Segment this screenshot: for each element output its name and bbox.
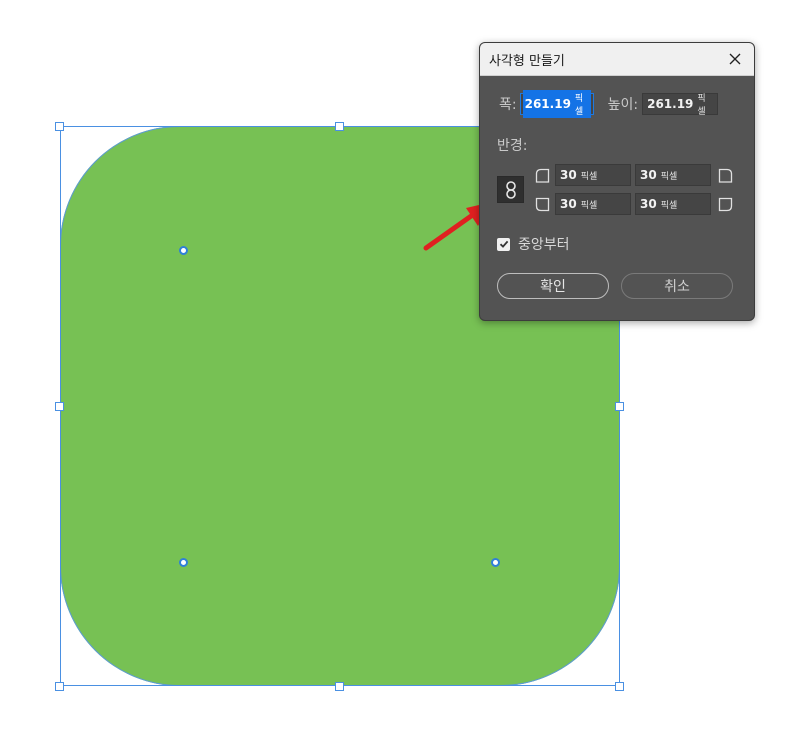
handle-bottom-center[interactable] <box>335 682 344 691</box>
radius-handle-bottom-right[interactable] <box>491 558 500 567</box>
from-center-checkbox[interactable] <box>497 237 510 251</box>
handle-top-center[interactable] <box>335 122 344 131</box>
corner-bottom-left-icon <box>535 197 550 212</box>
radius-handle-bottom-left[interactable] <box>179 558 188 567</box>
radius-top-left-unit: 픽셀 <box>580 171 598 182</box>
radius-top-right-field[interactable]: 30 픽셀 <box>635 164 711 186</box>
close-icon <box>729 53 741 65</box>
handle-middle-right[interactable] <box>615 402 624 411</box>
radius-bottom-left-field[interactable]: 30 픽셀 <box>555 193 631 215</box>
create-rectangle-dialog: 사각형 만들기 폭: 261.19 픽셀 높이: 261.19 픽셀 반경: 3… <box>479 42 755 321</box>
radius-top-right-unit: 픽셀 <box>660 171 678 182</box>
radius-bottom-left-value: 30 <box>560 197 577 211</box>
from-center-option[interactable]: 중앙부터 <box>497 234 570 254</box>
width-field[interactable]: 261.19 픽셀 <box>519 90 594 118</box>
radius-bottom-right-value: 30 <box>640 197 657 211</box>
handle-top-left[interactable] <box>55 122 64 131</box>
height-value: 261.19 <box>647 97 694 111</box>
width-value: 261.19 <box>524 97 571 111</box>
radius-bottom-left-unit: 픽셀 <box>580 200 598 211</box>
radius-handle-top-left[interactable] <box>179 246 188 255</box>
dialog-title: 사각형 만들기 <box>489 53 565 69</box>
handle-bottom-left[interactable] <box>55 682 64 691</box>
height-unit: 픽셀 <box>697 94 706 117</box>
radius-bottom-right-field[interactable]: 30 픽셀 <box>635 193 711 215</box>
width-label: 폭: <box>499 97 517 113</box>
radius-bottom-right-unit: 픽셀 <box>660 200 678 211</box>
radius-top-left-value: 30 <box>560 168 577 182</box>
ok-button[interactable]: 확인 <box>497 273 609 299</box>
width-value-selection: 261.19 픽셀 <box>522 90 591 118</box>
dialog-titlebar: 사각형 만들기 <box>480 43 754 76</box>
radius-label: 반경: <box>497 138 528 154</box>
from-center-label: 중앙부터 <box>518 237 570 253</box>
link-radii-button[interactable] <box>497 176 524 203</box>
radius-top-left-field[interactable]: 30 픽셀 <box>555 164 631 186</box>
radius-top-right-value: 30 <box>640 168 657 182</box>
width-unit: 픽셀 <box>574 94 584 117</box>
height-field[interactable]: 261.19 픽셀 <box>642 93 719 117</box>
close-button[interactable] <box>726 50 744 68</box>
handle-middle-left[interactable] <box>55 402 64 411</box>
checkmark-icon <box>499 240 508 248</box>
cancel-button[interactable]: 취소 <box>621 273 733 299</box>
corner-top-right-icon <box>718 168 733 183</box>
handle-bottom-right[interactable] <box>615 682 624 691</box>
corner-bottom-right-icon <box>718 197 733 212</box>
height-label: 높이: <box>607 97 639 113</box>
corner-top-left-icon <box>535 168 550 183</box>
link-icon <box>505 180 516 199</box>
